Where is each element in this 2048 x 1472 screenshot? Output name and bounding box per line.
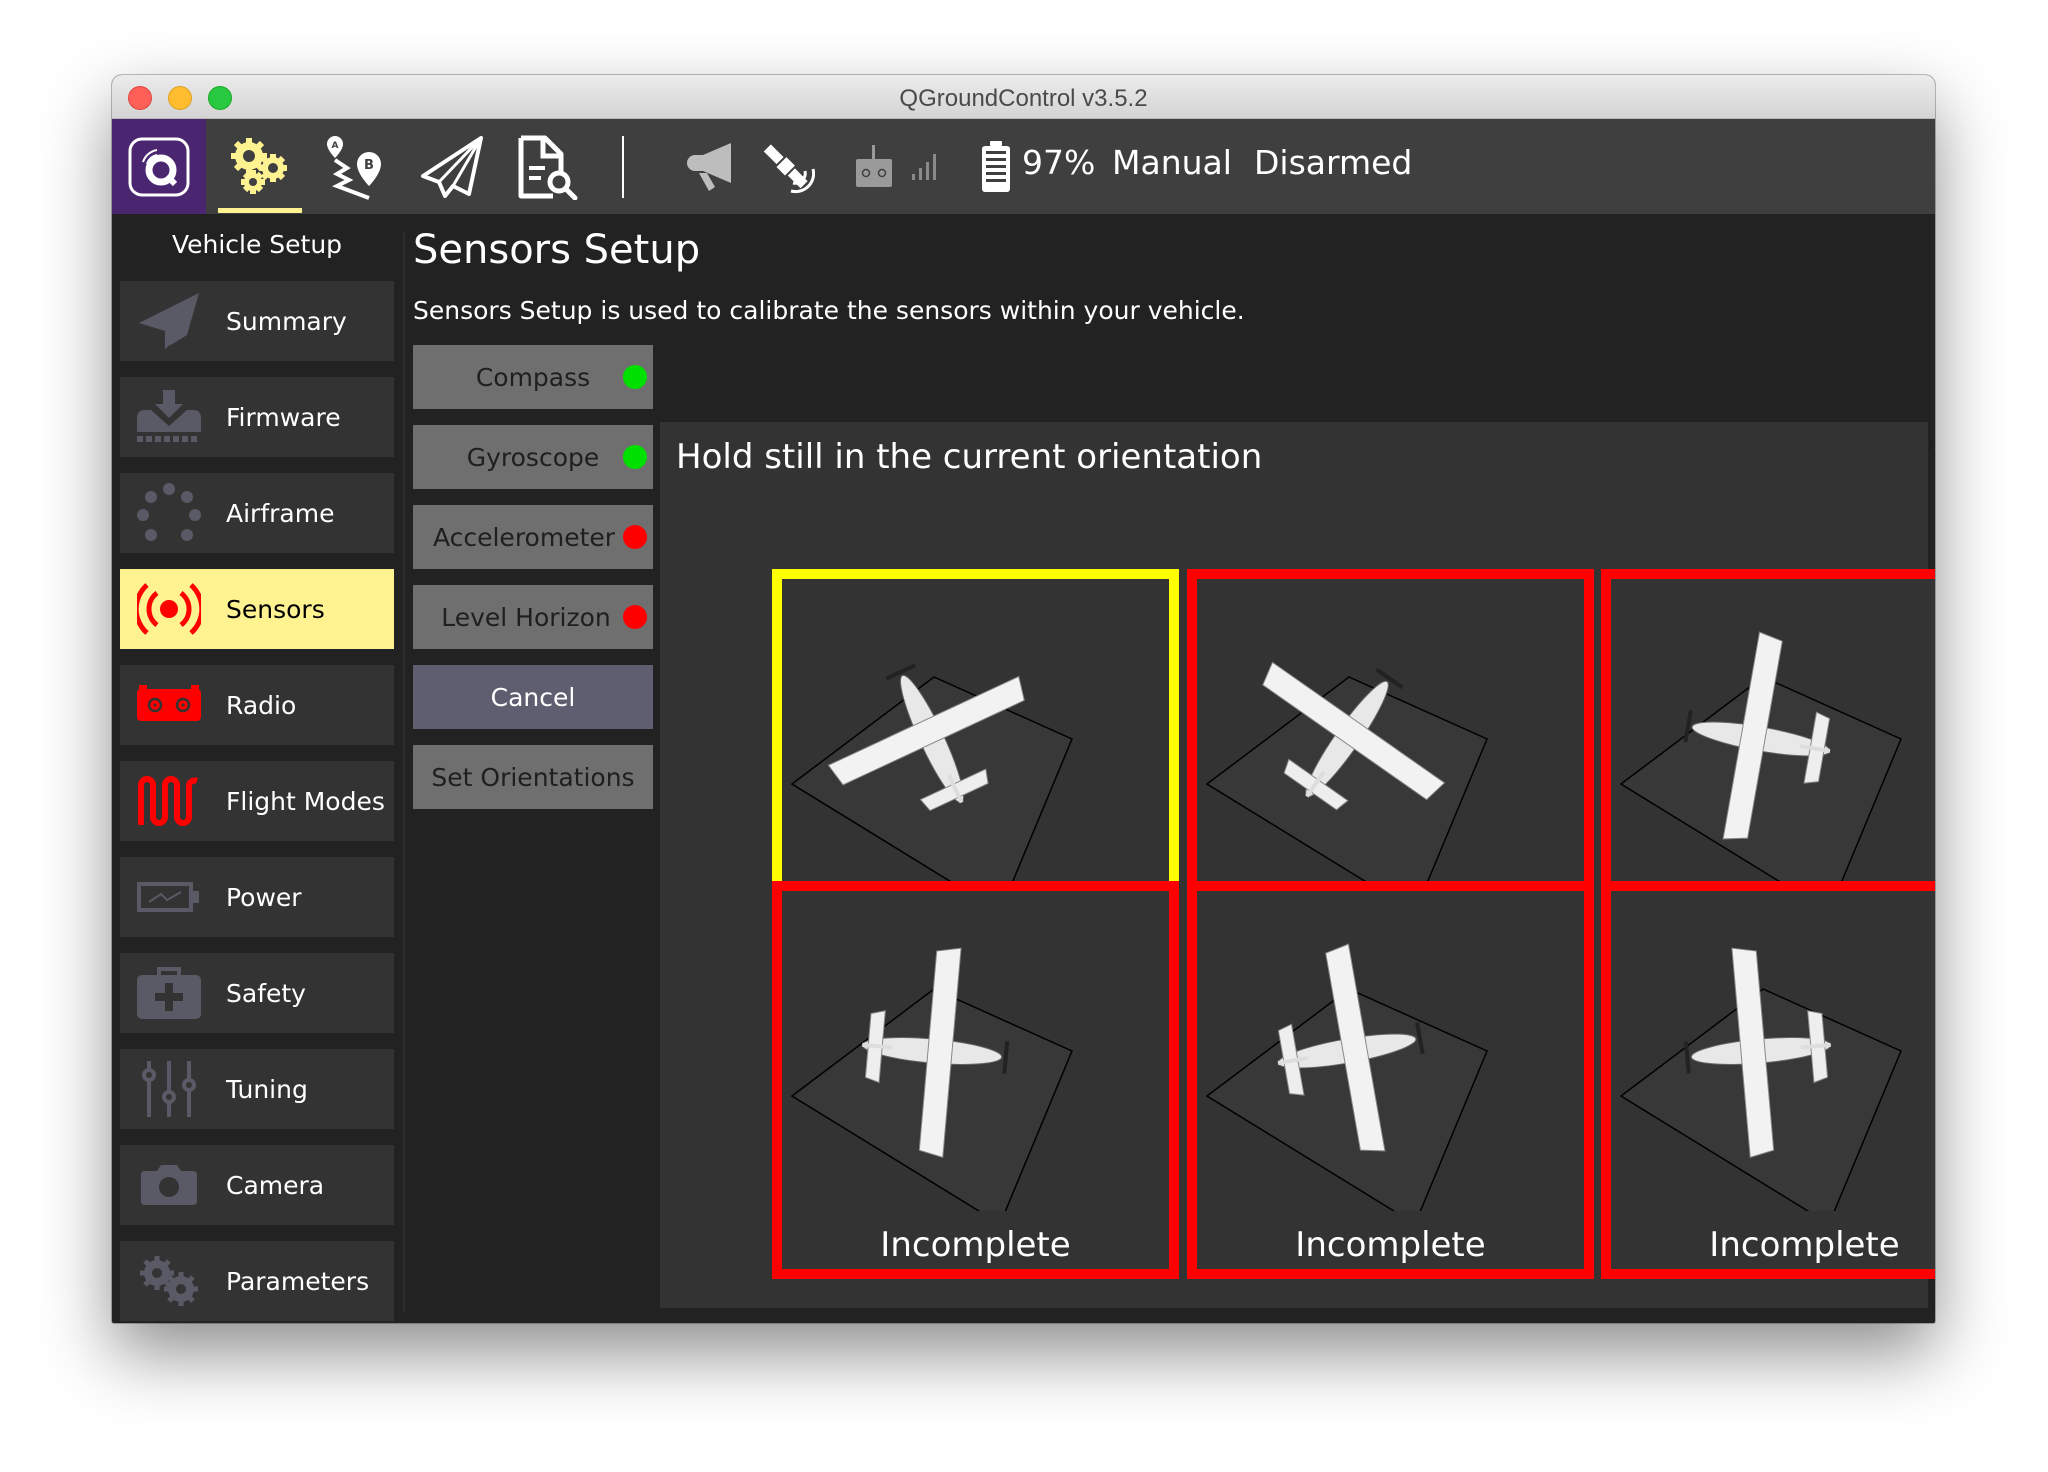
status-dot — [623, 445, 647, 469]
signal-bars-icon — [912, 153, 936, 180]
vehicle-setup-view-button[interactable] — [214, 119, 306, 214]
button-label: Accelerometer — [432, 522, 616, 552]
orientation-instruction: Hold still in the current orientation — [676, 437, 1263, 477]
paper-plane-icon — [134, 289, 204, 353]
fly-view-button[interactable] — [406, 119, 498, 214]
button-label: Set Orientations — [431, 762, 635, 792]
toolbar-separator — [622, 136, 624, 198]
camera-icon — [134, 1153, 204, 1217]
compass-button[interactable]: Compass — [413, 345, 653, 409]
rc-rssi-indicator[interactable] — [847, 119, 947, 214]
sidebar-item-parameters[interactable]: Parameters — [120, 1241, 394, 1321]
megaphone-icon — [687, 142, 731, 191]
ground-plane — [790, 676, 1073, 899]
ground-plane — [1205, 676, 1488, 899]
sidebar-item-tuning[interactable]: Tuning — [120, 1049, 394, 1129]
page-title: Sensors Setup — [413, 227, 701, 273]
radio-icon — [134, 673, 204, 737]
button-label: Gyroscope — [466, 442, 600, 472]
sidebar-item-label: Sensors — [226, 594, 325, 624]
plan-view-button[interactable]: A B — [310, 119, 402, 214]
battery-percent: 97% — [1022, 143, 1096, 182]
sidebar-divider — [403, 232, 405, 1312]
battery-icon — [982, 140, 1010, 192]
cancel-button[interactable]: Cancel — [413, 665, 653, 729]
orientation-image — [790, 663, 1073, 899]
qgc-logo-button[interactable] — [112, 119, 206, 214]
sidebar-item-label: Flight Modes — [226, 786, 385, 816]
analyze-document-icon — [518, 135, 578, 200]
orientation-panel: Hold still in the current orientation Ho… — [660, 422, 1935, 1308]
sensors-broadcast-icon — [134, 577, 204, 641]
level-horizon-button[interactable]: Level Horizon — [413, 585, 653, 649]
orientation-image — [1205, 943, 1488, 1211]
status-dot — [623, 525, 647, 549]
orientation-image — [1619, 631, 1902, 899]
flight-modes-wave-icon — [134, 769, 204, 833]
battery-indicator[interactable] — [976, 119, 1016, 214]
satellite-icon — [763, 143, 815, 193]
orientation-image — [1205, 661, 1488, 899]
rc-transmitter-icon — [856, 144, 892, 187]
airframe-dots-icon — [134, 481, 204, 545]
sidebar-item-label: Power — [226, 882, 302, 912]
messages-indicator[interactable] — [672, 119, 742, 214]
sidebar-item-label: Radio — [226, 690, 297, 720]
button-label: Compass — [475, 362, 591, 392]
gyroscope-button[interactable]: Gyroscope — [413, 425, 653, 489]
sidebar-item-power[interactable]: Power — [120, 857, 394, 937]
sidebar-item-camera[interactable]: Camera — [120, 1145, 394, 1225]
orientation-image — [1619, 947, 1902, 1211]
sidebar-item-label: Tuning — [226, 1074, 308, 1104]
title-bar: QGroundControl v3.5.2 — [112, 75, 1935, 119]
svg-text:B: B — [364, 158, 374, 173]
sidebar-item-firmware[interactable]: Firmware — [120, 377, 394, 457]
button-label: Level Horizon — [441, 602, 611, 632]
status-dot — [623, 605, 647, 629]
sidebar-item-label: Firmware — [226, 402, 341, 432]
orientation-status-label: Incomplete — [1295, 1225, 1486, 1265]
sidebar-item-label: Parameters — [226, 1266, 370, 1296]
status-dot — [623, 365, 647, 389]
orientation-image — [790, 947, 1073, 1211]
flight-mode-selector[interactable]: Manual — [1112, 143, 1232, 182]
window-title: QGroundControl v3.5.2 — [899, 85, 1148, 112]
gears-icon — [231, 137, 287, 194]
firmware-download-icon — [134, 385, 204, 449]
sidebar-item-label: Camera — [226, 1170, 325, 1200]
accelerometer-button[interactable]: Accelerometer — [413, 505, 653, 569]
qgc-logo-icon — [128, 137, 190, 196]
power-battery-icon — [134, 865, 204, 929]
orientation-status-label: Incomplete — [1709, 1225, 1900, 1265]
arm-state-indicator[interactable]: Disarmed — [1254, 143, 1412, 182]
sidebar-item-summary[interactable]: Summary — [120, 281, 394, 361]
paper-plane-icon — [421, 135, 483, 198]
sidebar-item-label: Safety — [226, 978, 306, 1008]
safety-medkit-icon — [134, 961, 204, 1025]
sidebar-item-label: Airframe — [226, 498, 335, 528]
orientation-tile-left-side: Incomplete — [1187, 881, 1594, 1279]
tuning-sliders-icon — [134, 1057, 204, 1121]
set-orientations-button[interactable]: Set Orientations — [413, 745, 653, 809]
plan-route-icon: A B — [327, 135, 381, 200]
button-label: Cancel — [490, 682, 576, 712]
parameters-gears-icon — [134, 1249, 204, 1313]
app-window: QGroundControl v3.5.2 A B 97% Manual Dis… — [112, 75, 1935, 1323]
sidebar-item-radio[interactable]: Radio — [120, 665, 394, 745]
orientation-tile-right-side: Incomplete — [1601, 881, 1935, 1279]
svg-text:A: A — [332, 141, 339, 151]
sidebar-item-flight-modes[interactable]: Flight Modes — [120, 761, 394, 841]
analyze-view-button[interactable] — [502, 119, 594, 214]
gps-indicator[interactable] — [752, 119, 822, 214]
main-toolbar: A B 97% Manual Disarmed — [112, 119, 1935, 214]
sidebar-item-label: Summary — [226, 306, 347, 336]
sidebar-item-airframe[interactable]: Airframe — [120, 473, 394, 553]
orientation-status-label: Incomplete — [880, 1225, 1071, 1265]
orientation-tile-nose-up: Incomplete — [772, 881, 1179, 1279]
sidebar-title: Vehicle Setup — [171, 230, 343, 259]
sidebar-item-safety[interactable]: Safety — [120, 953, 394, 1033]
page-description: Sensors Setup is used to calibrate the s… — [413, 296, 1245, 325]
sidebar-item-sensors[interactable]: Sensors — [120, 569, 394, 649]
